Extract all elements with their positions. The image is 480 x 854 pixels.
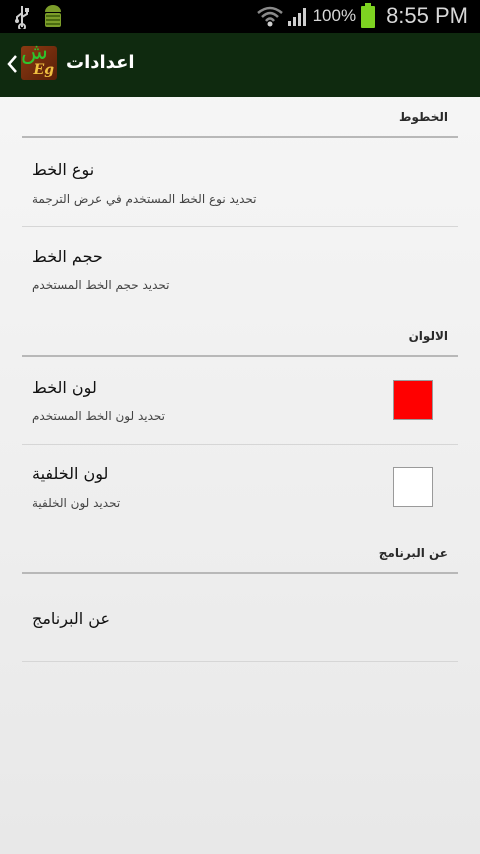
- status-time: 8:55 PM: [386, 3, 468, 28]
- battery-percent: 100%: [312, 6, 357, 25]
- usb-icon: [15, 6, 29, 29]
- setting-summary: تحديد لون الخلفية: [32, 496, 121, 510]
- setting-summary: تحديد لون الخط المستخدم: [32, 409, 165, 423]
- setting-background-color[interactable]: لون الخلفية تحديد لون الخلفية: [0, 445, 480, 533]
- system-icons: 100% 8:55 PM: [256, 3, 468, 29]
- setting-title: عن البرنامج: [32, 609, 111, 628]
- setting-title: نوع الخط: [32, 160, 95, 179]
- setting-summary: تحديد نوع الخط المستخدم في عرض الترجمة: [32, 192, 257, 206]
- setting-about[interactable]: عن البرنامج: [0, 574, 480, 661]
- action-bar: ش Eg اعدادات: [0, 33, 480, 97]
- setting-title: لون الخلفية: [32, 464, 109, 483]
- item-divider: [22, 661, 458, 662]
- notification-icons: [14, 4, 64, 30]
- section-header-about: عن البرنامج: [378, 546, 448, 560]
- setting-title: لون الخط: [32, 378, 97, 397]
- app-icon-badge: Eg: [33, 62, 54, 78]
- wifi-icon: [256, 6, 283, 27]
- setting-title: حجم الخط: [32, 247, 103, 266]
- setting-font-color[interactable]: لون الخط تحديد لون الخط المستخدم: [0, 357, 480, 444]
- background-color-swatch[interactable]: [393, 467, 433, 507]
- signal-icon: [287, 8, 306, 26]
- setting-font-type[interactable]: نوع الخط تحديد نوع الخط المستخدم في عرض …: [0, 138, 480, 226]
- font-color-swatch[interactable]: [393, 380, 433, 420]
- section-header-colors: الالوان: [408, 329, 448, 343]
- app-icon[interactable]: ش Eg: [21, 40, 57, 80]
- page-title: اعدادات: [66, 52, 135, 73]
- status-bar: 100% 8:55 PM: [0, 0, 480, 33]
- chevron-left-icon[interactable]: [5, 53, 19, 75]
- android-debug-icon: [45, 5, 61, 27]
- battery-icon: [361, 3, 376, 28]
- setting-summary: تحديد حجم الخط المستخدم: [32, 278, 170, 292]
- section-header-fonts: الخطوط: [399, 110, 448, 124]
- setting-font-size[interactable]: حجم الخط تحديد حجم الخط المستخدم: [0, 227, 480, 315]
